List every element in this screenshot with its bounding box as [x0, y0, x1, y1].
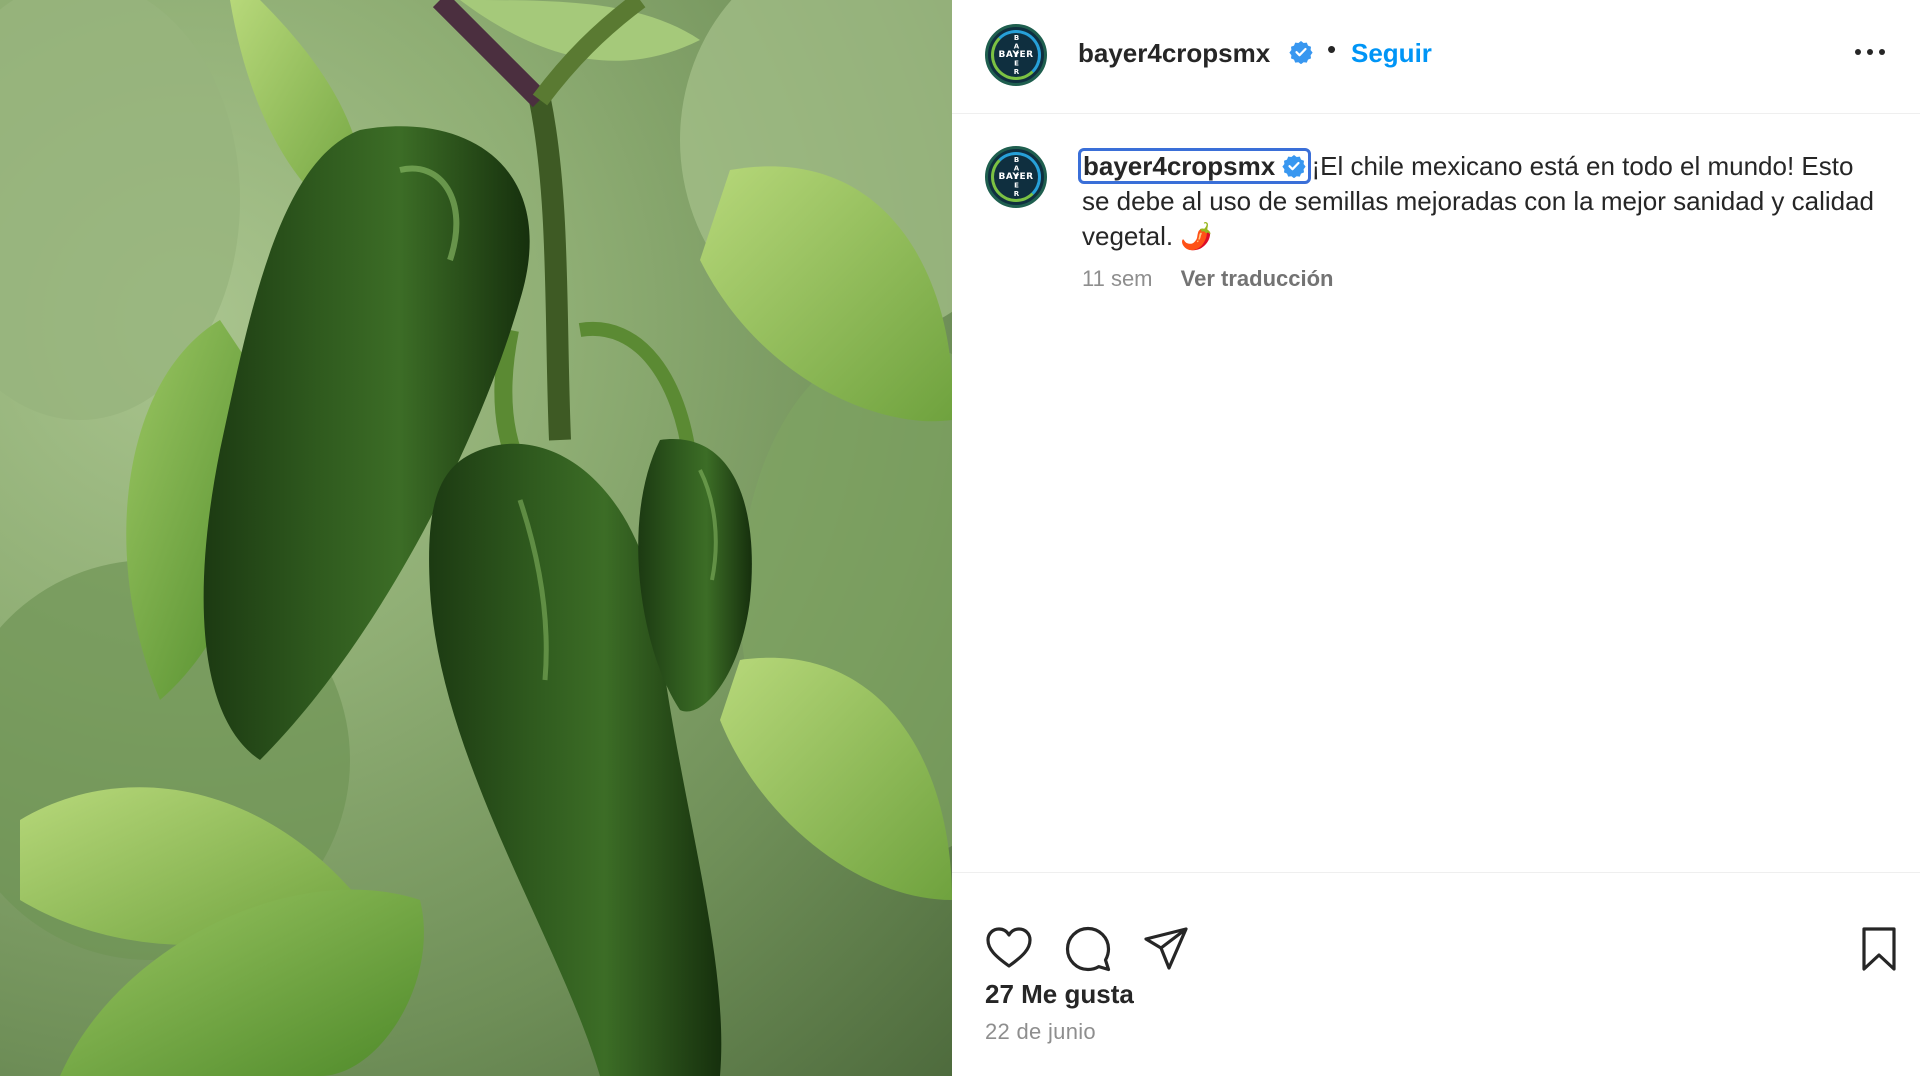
- caption-meta: 11 sem Ver traducción: [1082, 266, 1333, 292]
- post-header: BAYER BAYER bayer4cropsmx • Seguir: [952, 0, 1920, 114]
- see-translation-button[interactable]: Ver traducción: [1181, 266, 1334, 291]
- logo-text-vertical: BAYER: [1012, 155, 1021, 199]
- time-ago[interactable]: 11 sem: [1082, 266, 1153, 291]
- bayer-logo: BAYER BAYER: [991, 30, 1041, 80]
- post-photo: [0, 0, 952, 1076]
- separator-dot: •: [1327, 34, 1337, 64]
- comment-icon[interactable]: [1064, 925, 1112, 973]
- post-details-panel: BAYER BAYER bayer4cropsmx • Seguir BAYER…: [952, 0, 1920, 1076]
- caption-username-link[interactable]: bayer4cropsmx: [1078, 148, 1312, 184]
- verified-badge-icon: [1289, 41, 1313, 64]
- caption-avatar[interactable]: BAYER BAYER: [985, 146, 1047, 208]
- logo-text-vertical: BAYER: [1012, 33, 1021, 77]
- jalapeno-photo: [0, 0, 952, 1076]
- profile-avatar[interactable]: BAYER BAYER: [985, 24, 1047, 86]
- follow-button[interactable]: Seguir: [1351, 38, 1432, 69]
- likes-count[interactable]: 27 Me gusta: [985, 979, 1134, 1010]
- header-username[interactable]: bayer4cropsmx: [1078, 38, 1270, 69]
- verified-badge-icon: [1282, 155, 1307, 178]
- caption: bayer4cropsmx ¡El chile mexicano está en…: [1078, 148, 1882, 254]
- action-bar: 27 Me gusta 22 de junio: [952, 872, 1920, 1076]
- bayer-logo: BAYER BAYER: [991, 152, 1041, 202]
- bookmark-icon[interactable]: [1855, 925, 1903, 973]
- more-horizontal-icon[interactable]: [1852, 40, 1888, 64]
- post-date[interactable]: 22 de junio: [985, 1019, 1096, 1045]
- caption-username: bayer4cropsmx: [1083, 151, 1276, 181]
- heart-icon[interactable]: [985, 925, 1033, 973]
- send-icon[interactable]: [1142, 925, 1190, 973]
